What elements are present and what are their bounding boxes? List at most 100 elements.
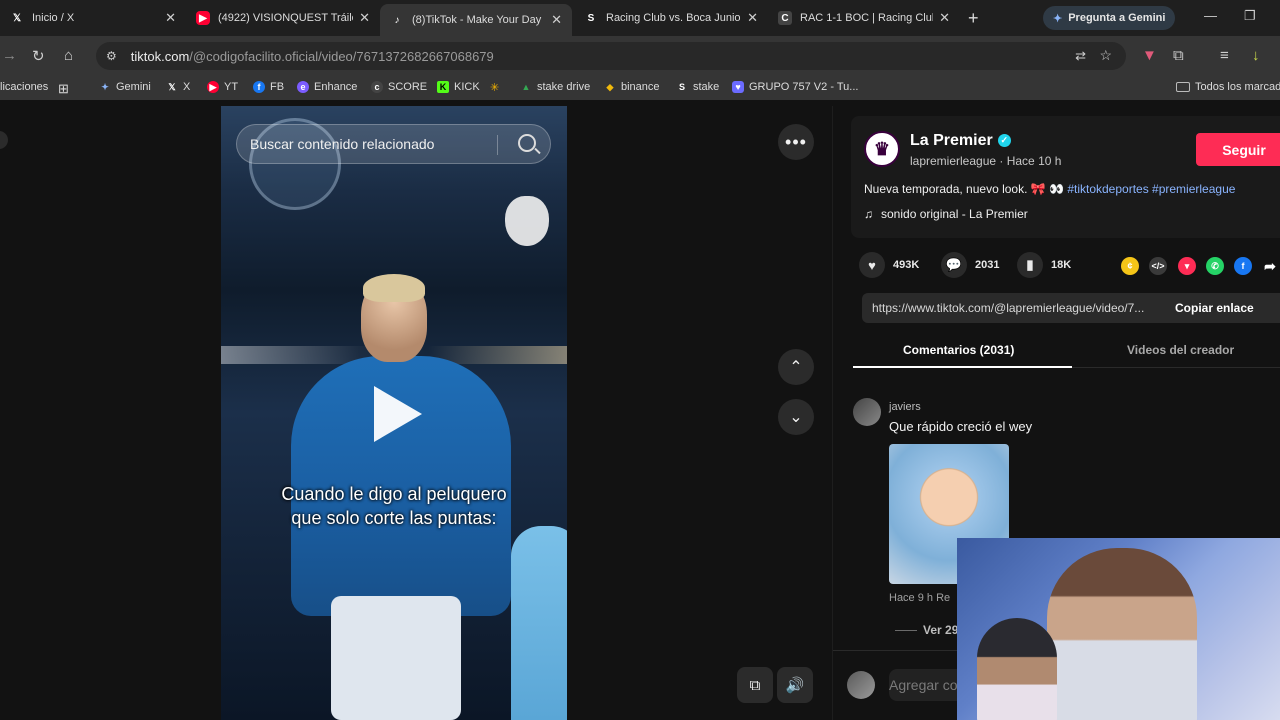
- bookmark-score[interactable]: c SCORE: [371, 81, 427, 93]
- like-button[interactable]: ♥ 493K: [859, 252, 919, 278]
- tab-x-home[interactable]: 𝕏 Inicio / X ✕: [0, 4, 186, 32]
- reload-icon[interactable]: ↻: [32, 47, 45, 65]
- tab-creator-videos[interactable]: Videos del creador: [1127, 343, 1234, 357]
- bookmark-kick[interactable]: K KICK: [437, 81, 480, 93]
- enhance-icon: e: [297, 81, 309, 93]
- close-icon[interactable]: ✕: [939, 10, 950, 26]
- bookmark-x[interactable]: 𝕏X: [166, 81, 190, 93]
- embed-icon[interactable]: </>: [1149, 257, 1167, 275]
- video-player[interactable]: Buscar contenido relacionado Cuando le d…: [221, 106, 567, 720]
- comment-placeholder: Agregar co: [889, 677, 958, 693]
- like-count: 493K: [893, 259, 920, 271]
- tab-tiktok[interactable]: ♪ (8)TikTok - Make Your Day ✕: [380, 4, 572, 36]
- bookmark-star-icon[interactable]: ☆: [1099, 47, 1112, 64]
- copy-link-button[interactable]: Copiar enlace: [1175, 301, 1254, 315]
- bookmark-label: Todos los marcad: [1195, 81, 1280, 93]
- facebook-icon: f: [253, 81, 265, 93]
- browser-tab-strip: 𝕏 Inicio / X ✕ ▶ (4922) VISIONQUEST Trái…: [0, 0, 1280, 36]
- caption-line-2: que solo corte las puntas:: [291, 508, 497, 528]
- next-video-button[interactable]: ⌄: [778, 399, 814, 435]
- address-bar[interactable]: ⚙ tiktok.com/@codigofacilito.oficial/vid…: [96, 42, 1126, 70]
- url-path: /@codigofacilito.oficial/video/767137268…: [189, 48, 494, 64]
- bookmark-enhance[interactable]: e Enhance: [297, 81, 357, 93]
- bookmark-binance[interactable]: ◆ binance: [604, 81, 660, 93]
- close-icon[interactable]: ✕: [551, 12, 562, 28]
- media-control-icon[interactable]: ≡: [1220, 47, 1229, 64]
- view-replies-button[interactable]: Ver 29: [895, 623, 958, 637]
- apps-grid-icon[interactable]: ⊞: [58, 81, 69, 97]
- folder-icon: [1176, 82, 1190, 92]
- player-shorts: [331, 596, 461, 720]
- bookmark-fb[interactable]: f FB: [253, 81, 284, 93]
- sound-link[interactable]: ♫ sonido original - La Premier: [864, 207, 1028, 221]
- follow-button[interactable]: Seguir: [1196, 133, 1280, 166]
- search-separator: [497, 135, 498, 155]
- send-icon[interactable]: ▾: [1178, 257, 1196, 275]
- tab-youtube[interactable]: ▶ (4922) VISIONQUEST Tráiler ✕: [186, 4, 380, 32]
- back-button[interactable]: [0, 131, 8, 149]
- extension-icon[interactable]: ▼: [1142, 47, 1157, 64]
- hashtag-links[interactable]: #tiktokdeportes #premierleague: [1067, 182, 1235, 196]
- comment-button[interactable]: 💬 2031: [941, 252, 999, 278]
- more-options-button[interactable]: •••: [778, 124, 814, 160]
- webcam-overlay: [957, 538, 1280, 720]
- save-button[interactable]: ▮ 18K: [1017, 252, 1071, 278]
- tab-title: RAC 1-1 BOC | Racing Club: [800, 12, 934, 24]
- puzzle-icon[interactable]: ⧉: [1173, 47, 1184, 64]
- gemini-button[interactable]: ✦ Pregunta a Gemini: [1043, 6, 1176, 30]
- bookmark-yt[interactable]: ▶ YT: [207, 81, 238, 93]
- tab-title: Racing Club vs. Boca Juniors: [606, 12, 742, 24]
- video-caption: Cuando le digo al peluquero que solo cor…: [221, 482, 567, 530]
- share-arrow-icon[interactable]: ➦: [1261, 257, 1279, 275]
- panel-tabs: Comentarios (2031) Videos del creador: [853, 336, 1280, 368]
- bookmark-stake[interactable]: Sstake: [676, 81, 719, 93]
- heart-icon: ♥: [859, 252, 885, 278]
- share-link-bar: https://www.tiktok.com/@lapremierleague/…: [862, 293, 1280, 323]
- maximize-icon[interactable]: ❐: [1244, 8, 1256, 24]
- play-icon[interactable]: [374, 386, 422, 442]
- download-icon[interactable]: ↓: [1252, 47, 1260, 64]
- author-card: ♛ La Premier ✓ lapremierleague · Hace 10 …: [851, 116, 1280, 238]
- bookmark-aplicaciones[interactable]: licaciones: [0, 81, 48, 93]
- whatsapp-icon[interactable]: ✆: [1206, 257, 1224, 275]
- tab-racing-boca[interactable]: S Racing Club vs. Boca Juniors ✕: [574, 4, 768, 32]
- sound-title: sonido original - La Premier: [881, 207, 1028, 221]
- tab-rac-boc[interactable]: C RAC 1-1 BOC | Racing Club ✕: [768, 4, 960, 32]
- author-name[interactable]: La Premier ✓: [910, 132, 1011, 150]
- bookmark-gemini[interactable]: ✦ Gemini: [99, 81, 151, 93]
- close-icon[interactable]: ✕: [359, 10, 370, 26]
- comment-count: 2031: [975, 259, 1000, 271]
- streamer-figure: [1047, 548, 1197, 720]
- facebook-icon[interactable]: f: [1234, 257, 1252, 275]
- stake-icon: S: [587, 12, 595, 24]
- picture-in-picture-button[interactable]: ⧉: [737, 667, 773, 703]
- pinwheel-icon[interactable]: ✳: [490, 81, 499, 94]
- music-note-icon: ♫: [864, 207, 873, 221]
- commenter-avatar[interactable]: [853, 398, 881, 426]
- bookmark-grupo757[interactable]: ♥ GRUPO 757 V2 - Tu...: [732, 81, 858, 93]
- bookmark-stake-drive[interactable]: ▲ stake drive: [520, 81, 591, 93]
- volume-button[interactable]: 🔊: [777, 667, 813, 703]
- premier-league-logo: [505, 196, 549, 246]
- close-icon[interactable]: ✕: [165, 10, 176, 26]
- comment-text: Que rápido creció el wey: [889, 419, 1033, 434]
- search-icon[interactable]: [518, 134, 536, 152]
- commenter-username[interactable]: javiers: [889, 401, 921, 413]
- bookmarks-bar: licaciones ⊞ ✦ Gemini 𝕏X ▶ YT f FB e Enhance…: [0, 76, 1280, 100]
- site-settings-icon[interactable]: ⚙: [106, 49, 117, 63]
- all-bookmarks-folder[interactable]: Todos los marcad: [1176, 81, 1280, 93]
- user-avatar: [847, 671, 875, 699]
- new-tab-button[interactable]: +: [968, 8, 979, 29]
- author-avatar[interactable]: ♛: [864, 131, 900, 167]
- coin-icon[interactable]: ¢: [1121, 257, 1139, 275]
- tab-comments[interactable]: Comentarios (2031): [903, 343, 1014, 357]
- previous-video-button[interactable]: ⌃: [778, 349, 814, 385]
- related-search-input[interactable]: Buscar contenido relacionado: [236, 124, 551, 164]
- home-icon[interactable]: ⌂: [64, 47, 73, 64]
- translate-icon[interactable]: ⇄: [1075, 48, 1086, 64]
- share-url[interactable]: https://www.tiktok.com/@lapremierleague/…: [862, 301, 1172, 315]
- minimize-icon[interactable]: —: [1204, 8, 1217, 23]
- bookmark-label: stake: [693, 81, 720, 93]
- forward-icon[interactable]: →: [2, 47, 17, 64]
- close-icon[interactable]: ✕: [747, 10, 758, 26]
